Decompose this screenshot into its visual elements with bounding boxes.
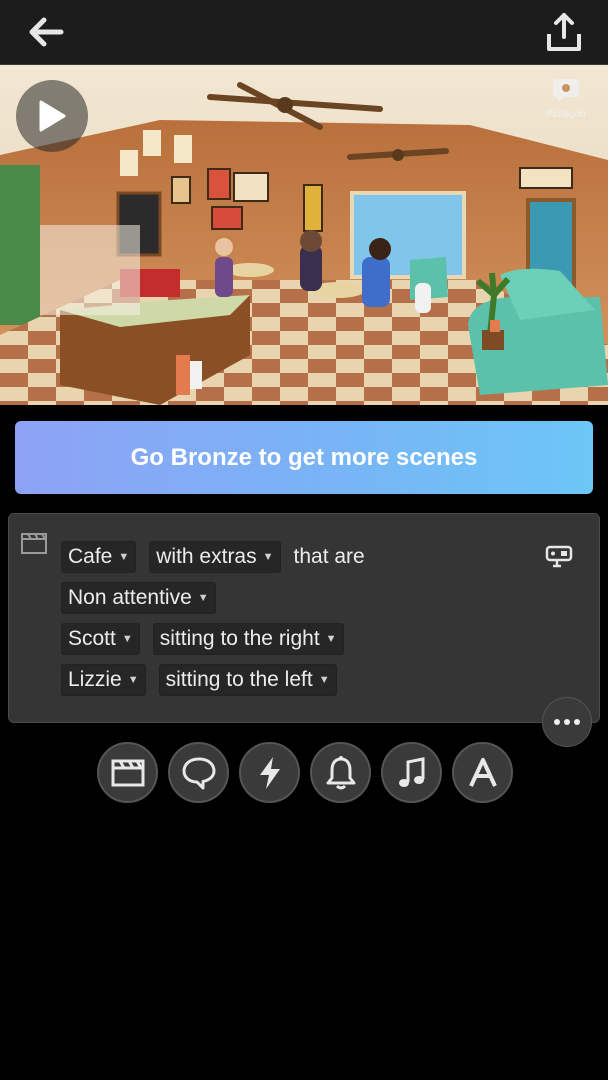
that-are-label: that are [293,545,365,568]
scene-settings-card: Cafe ▼ with extras ▼ that are Non attent… [8,513,600,723]
scene-row-attentiveness: Non attentive ▼ [61,582,216,614]
play-button[interactable] [16,80,88,152]
character-1-position: sitting to the right [159,627,320,650]
extras-value: with extras [156,545,257,568]
share-button[interactable] [532,0,596,64]
add-sound-effect-button[interactable] [310,742,371,803]
dropdown-arrow-icon: ▼ [262,551,274,563]
attentiveness-value: Non attentive [68,586,192,609]
more-horizontal-icon [554,719,560,725]
attentiveness-dropdown[interactable]: Non attentive ▼ [61,582,216,614]
back-button[interactable] [14,0,78,64]
character-1-name: Scott [68,627,116,650]
top-bar [0,0,608,65]
more-options-button[interactable] [542,697,592,747]
add-element-toolbar [97,742,513,803]
character-2-position-dropdown[interactable]: sitting to the left ▼ [158,664,337,696]
character-2-name: Lizzie [68,668,122,691]
cafe-scene-image [0,65,608,405]
character-1-position-dropdown[interactable]: sitting to the right ▼ [152,623,344,655]
plotagon-watermark: Plotagon [538,77,594,120]
character-2-position: sitting to the left [165,668,313,691]
plotagon-logo-icon [553,79,579,102]
dropdown-arrow-icon: ▼ [197,592,209,604]
text-a-icon [468,757,497,787]
add-dialogue-button[interactable] [168,742,229,803]
bell-icon [326,755,355,789]
play-icon [39,100,66,132]
location-value: Cafe [68,545,113,568]
dropdown-arrow-icon: ▼ [325,633,337,645]
lightning-icon [259,756,280,789]
watermark-label: Plotagon [546,109,586,120]
scene-row-character-1: Scott ▼ sitting to the right ▼ [61,623,344,655]
character-1-dropdown[interactable]: Scott ▼ [61,623,140,655]
scene-row-location: Cafe ▼ with extras ▼ that are [61,541,365,573]
add-scene-button[interactable] [97,742,158,803]
add-music-button[interactable] [381,742,442,803]
clapperboard-icon [20,532,48,559]
add-action-button[interactable] [239,742,300,803]
dropdown-arrow-icon: ▼ [127,674,139,686]
arrow-left-icon [29,17,64,47]
dropdown-arrow-icon: ▼ [121,633,133,645]
upgrade-bronze-button[interactable]: Go Bronze to get more scenes [15,421,593,494]
scene-row-character-2: Lizzie ▼ sitting to the left ▼ [61,664,337,696]
share-upload-icon [547,13,581,51]
speech-bubble-icon [182,757,215,789]
character-2-dropdown[interactable]: Lizzie ▼ [61,664,146,696]
camera-icon [545,545,573,568]
scene-preview[interactable]: Plotagon [0,65,608,405]
add-text-button[interactable] [452,742,513,803]
dropdown-arrow-icon: ▼ [318,674,330,686]
location-dropdown[interactable]: Cafe ▼ [61,541,137,573]
upgrade-label: Go Bronze to get more scenes [130,443,478,471]
music-note-icon [398,756,424,787]
extras-dropdown[interactable]: with extras ▼ [149,541,281,573]
dropdown-arrow-icon: ▼ [118,551,130,563]
camera-button[interactable] [545,544,575,573]
clapperboard-icon [111,759,144,786]
